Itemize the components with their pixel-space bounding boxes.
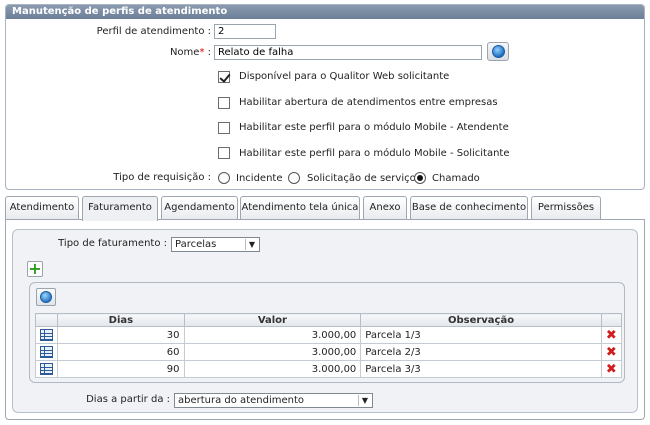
- cell-observacao: Parcela 1/3: [360, 326, 602, 344]
- tipo-faturamento-value: Parcelas: [175, 239, 217, 250]
- globe-icon: [492, 45, 505, 58]
- radio-incidente-label: Incidente: [236, 173, 283, 184]
- table-row[interactable]: 90 3.000,00 Parcela 3/3 ✖: [34, 360, 623, 378]
- row-edit-cell[interactable]: [34, 360, 59, 378]
- tab-agendamento[interactable]: Agendamento: [161, 196, 238, 220]
- radio-chamado[interactable]: [414, 172, 426, 184]
- cell-valor: 3.000,00: [183, 326, 362, 344]
- add-icon: +: [28, 259, 42, 278]
- required-mark: *: [199, 47, 205, 58]
- perfil-field[interactable]: [214, 24, 276, 39]
- checkbox-qualitor-web[interactable]: [218, 71, 230, 83]
- radio-solicitacao[interactable]: [288, 172, 300, 184]
- nome-colon: :: [207, 47, 211, 58]
- delete-icon[interactable]: ✖: [606, 345, 617, 360]
- delete-icon[interactable]: ✖: [606, 362, 617, 377]
- row-delete-cell[interactable]: ✖: [600, 326, 623, 344]
- row-edit-cell[interactable]: [34, 343, 59, 361]
- tipo-faturamento-select[interactable]: Parcelas ▼: [171, 237, 260, 252]
- edit-row-icon[interactable]: [40, 346, 54, 358]
- checkbox-mobile-solicitante[interactable]: [218, 147, 230, 159]
- edit-row-icon[interactable]: [40, 329, 54, 341]
- header-dias: Dias: [57, 313, 185, 327]
- table-header-row: Dias Valor Observação: [34, 313, 623, 327]
- header-valor: Valor: [183, 313, 362, 327]
- row-delete-cell[interactable]: ✖: [600, 343, 623, 361]
- tab-atendimento-tela-unica[interactable]: Atendimento tela única: [240, 196, 360, 220]
- tipo-faturamento-label: Tipo de faturamento :: [58, 238, 167, 249]
- parcelas-grid-box: Dias Valor Observação 30 3.000,00 Parcel…: [29, 282, 625, 383]
- nome-field[interactable]: [214, 45, 482, 60]
- refresh-button[interactable]: [36, 288, 56, 306]
- header-icon-col: [34, 313, 59, 327]
- radio-incidente[interactable]: [218, 172, 230, 184]
- cell-dias: 30: [57, 326, 185, 344]
- row-delete-cell[interactable]: ✖: [600, 360, 623, 378]
- dias-partir-label: Dias a partir da :: [86, 394, 170, 405]
- cell-dias: 60: [57, 343, 185, 361]
- cell-dias: 90: [57, 360, 185, 378]
- parcelas-table: Dias Valor Observação 30 3.000,00 Parcel…: [34, 313, 623, 378]
- tipo-requisicao-label: Tipo de requisição :: [113, 172, 211, 183]
- chevron-down-icon: ▼: [358, 395, 371, 406]
- checkbox-mobile-atendente[interactable]: [218, 122, 230, 134]
- row-edit-cell[interactable]: [34, 326, 59, 344]
- dias-partir-select[interactable]: abertura do atendimento ▼: [174, 393, 373, 408]
- profile-panel: Manutenção de perfis de atendimento Perf…: [5, 4, 645, 190]
- radio-chamado-label: Chamado: [432, 173, 480, 184]
- tab-base-conhecimento[interactable]: Base de conhecimento: [410, 196, 528, 220]
- checkbox-qualitor-web-label: Disponível para o Qualitor Web solicitan…: [239, 71, 450, 82]
- translate-button[interactable]: [487, 42, 509, 61]
- edit-row-icon[interactable]: [40, 363, 54, 375]
- radio-solicitacao-label: Solicitação de serviço: [307, 173, 416, 184]
- nome-label-text: Nome: [169, 47, 200, 58]
- tab-anexo[interactable]: Anexo: [363, 196, 407, 220]
- cell-valor: 3.000,00: [183, 360, 362, 378]
- tab-faturamento[interactable]: Faturamento: [82, 196, 158, 221]
- faturamento-section: Tipo de faturamento : Parcelas ▼ + Dias …: [12, 229, 638, 413]
- cell-valor: 3.000,00: [183, 343, 362, 361]
- header-observacao: Observação: [360, 313, 602, 327]
- checkbox-entre-empresas-label: Habilitar abertura de atendimentos entre…: [239, 97, 498, 108]
- checkbox-entre-empresas[interactable]: [218, 97, 230, 109]
- cell-observacao: Parcela 3/3: [360, 360, 602, 378]
- cell-observacao: Parcela 2/3: [360, 343, 602, 361]
- tab-permissoes[interactable]: Permissões: [531, 196, 601, 220]
- panel-title: Manutenção de perfis de atendimento: [6, 5, 644, 19]
- chevron-down-icon: ▼: [245, 239, 258, 250]
- nome-label: Nome* :: [6, 45, 211, 61]
- tab-content: Tipo de faturamento : Parcelas ▼ + Dias …: [5, 219, 645, 420]
- add-button[interactable]: +: [27, 261, 43, 277]
- table-row[interactable]: 30 3.000,00 Parcela 1/3 ✖: [34, 326, 623, 344]
- checkbox-mobile-atendente-label: Habilitar este perfil para o módulo Mobi…: [239, 122, 509, 133]
- dias-partir-value: abertura do atendimento: [178, 395, 304, 406]
- delete-icon[interactable]: ✖: [606, 328, 617, 343]
- header-delete-col: [600, 313, 623, 327]
- tab-atendimento[interactable]: Atendimento: [5, 196, 79, 220]
- refresh-globe-icon: [40, 291, 52, 303]
- perfil-label: Perfil de atendimento :: [96, 26, 211, 37]
- table-row[interactable]: 60 3.000,00 Parcela 2/3 ✖: [34, 343, 623, 361]
- checkbox-mobile-solicitante-label: Habilitar este perfil para o módulo Mobi…: [239, 148, 510, 159]
